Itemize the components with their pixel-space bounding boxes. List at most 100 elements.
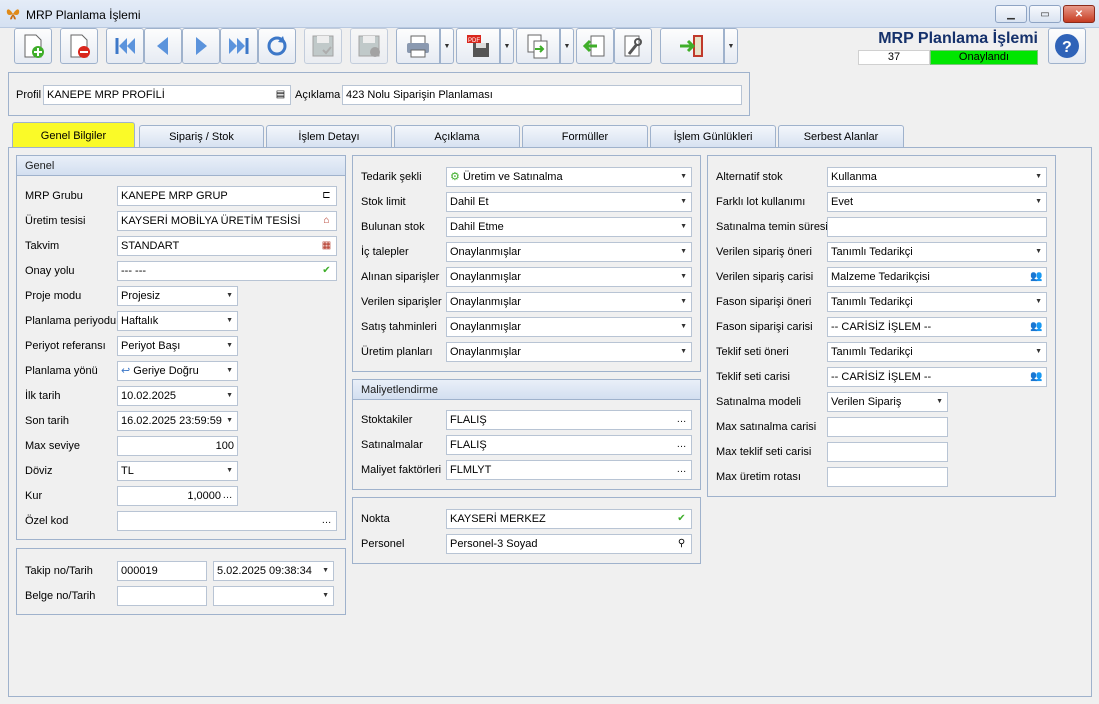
ellipsis-icon[interactable]: … xyxy=(675,413,688,426)
ellipsis-icon[interactable]: … xyxy=(221,489,234,502)
son-tarih-field[interactable]: 16.02.2025 23:59:59 ▼ xyxy=(117,411,238,431)
print-button[interactable] xyxy=(396,28,440,64)
nokta-field[interactable]: KAYSERİ MERKEZ ✔ xyxy=(446,509,692,529)
exit-button[interactable] xyxy=(660,28,724,64)
planlama-periyodu-select[interactable]: Haftalık ▼ xyxy=(117,311,238,331)
maliyet-faktorleri-field[interactable]: FLMLYT… xyxy=(446,460,692,480)
chevron-down-icon: ▼ xyxy=(680,323,687,330)
list-icon[interactable]: ▤ xyxy=(274,88,287,101)
teklif-seti-oneri-select[interactable]: Tanımlı Tedarikçi ▼ xyxy=(827,342,1047,362)
tree-icon[interactable]: ⊏ xyxy=(320,189,333,202)
next-record-button[interactable] xyxy=(182,28,220,64)
mrp-grubu-field[interactable]: KANEPE MRP GRUP ⊏ xyxy=(117,186,337,206)
refresh-button[interactable] xyxy=(258,28,296,64)
save-button[interactable] xyxy=(304,28,342,64)
bulunan-stok-select[interactable]: Dahil Etme ▼ xyxy=(446,217,692,237)
delete-button[interactable] xyxy=(60,28,98,64)
back-icon xyxy=(582,35,605,57)
stoktakiler-field[interactable]: FLALIŞ… xyxy=(446,410,692,430)
maximize-button[interactable]: ▭ xyxy=(1029,5,1061,23)
genel-label-9: Son tarih xyxy=(25,415,70,427)
max-teklif-seti-carisi-field[interactable] xyxy=(827,442,948,462)
profil-field[interactable]: KANEPE MRP PROFİLİ ▤ xyxy=(43,85,291,105)
verilen-siparis-oneri-select[interactable]: Tanımlı Tedarikçi ▼ xyxy=(827,242,1047,262)
verilen-siparis-carisi-field[interactable]: Malzeme Tedarikçisi 👥 xyxy=(827,267,1047,287)
fason-siparisi-oneri-select[interactable]: Tanımlı Tedarikçi ▼ xyxy=(827,292,1047,312)
genel-label-12: Kur xyxy=(25,490,43,502)
kur-field[interactable]: 1,0000… xyxy=(117,486,238,506)
first-record-button[interactable] xyxy=(106,28,144,64)
tools-button[interactable] xyxy=(614,28,652,64)
tab-islem-detayi[interactable]: İşlem Detayı xyxy=(266,125,392,147)
factory-icon[interactable]: ⌂ xyxy=(320,214,333,227)
tab-islem-gunlukleri[interactable]: İşlem Günlükleri xyxy=(650,125,776,147)
alinan-siparisler-select[interactable]: Onaylanmışlar ▼ xyxy=(446,267,692,287)
ellipsis-icon[interactable]: … xyxy=(675,463,688,476)
export-dropdown[interactable]: ▼ xyxy=(560,28,574,64)
chevron-down-icon: ▼ xyxy=(936,398,943,405)
tab-genel-bilgiler[interactable]: Genel Bilgiler xyxy=(12,122,135,148)
planlama-yonu-select[interactable]: ↩ Geriye Doğru ▼ xyxy=(117,361,238,381)
temin-suresi-field[interactable] xyxy=(827,217,1047,237)
alternatif-stok-select[interactable]: Kullanma ▼ xyxy=(827,167,1047,187)
check-icon[interactable]: ✔ xyxy=(675,512,688,525)
ellipsis-icon[interactable]: … xyxy=(675,438,688,451)
users-icon[interactable]: 👥 xyxy=(1030,320,1043,333)
farkli-lot-select[interactable]: Evet ▼ xyxy=(827,192,1047,212)
tab-aciklama[interactable]: Açıklama xyxy=(394,125,520,147)
tab-formuller[interactable]: Formüller xyxy=(522,125,648,147)
last-record-button[interactable] xyxy=(220,28,258,64)
personel-field[interactable]: Personel-3 Soyad ⚲ xyxy=(446,534,692,554)
help-button[interactable]: ? xyxy=(1048,28,1086,64)
fason-siparisi-carisi-field[interactable]: -- CARİSİZ İŞLEM -- 👥 xyxy=(827,317,1047,337)
close-button[interactable]: ✕ xyxy=(1063,5,1095,23)
back-button[interactable] xyxy=(576,28,614,64)
max-satinalma-carisi-field[interactable] xyxy=(827,417,948,437)
proje-modu-select[interactable]: Projesiz ▼ xyxy=(117,286,238,306)
satinalma-modeli-select[interactable]: Verilen Sipariş ▼ xyxy=(827,392,948,412)
onay-yolu-field[interactable]: --- --- ✔ xyxy=(117,261,337,281)
uretim-tesisi-field[interactable]: KAYSERİ MOBİLYA ÜRETİM TESİSİ ⌂ xyxy=(117,211,337,231)
calendar-icon[interactable]: ▦ xyxy=(320,239,333,252)
tedarik-sekli-select[interactable]: ⚙ Üretim ve Satınalma ▼ xyxy=(446,167,692,187)
tab-siparis-stok[interactable]: Sipariş / Stok xyxy=(139,125,264,147)
doviz-select[interactable]: TL ▼ xyxy=(117,461,238,481)
print-dropdown[interactable]: ▼ xyxy=(440,28,454,64)
takvim-field[interactable]: STANDART ▦ xyxy=(117,236,337,256)
tab-serbest-alanlar[interactable]: Serbest Alanlar xyxy=(778,125,904,147)
minimize-button[interactable]: ▁ xyxy=(995,5,1027,23)
chevron-down-icon: ▼ xyxy=(1035,298,1042,305)
new-button[interactable] xyxy=(14,28,52,64)
ozel-kod-field[interactable]: … xyxy=(117,511,337,531)
prev-record-button[interactable] xyxy=(144,28,182,64)
pdf-dropdown[interactable]: ▼ xyxy=(500,28,514,64)
ic-talepler-select[interactable]: Onaylanmışlar ▼ xyxy=(446,242,692,262)
takip-no-field[interactable]: 000019 xyxy=(117,561,207,581)
export-button[interactable] xyxy=(516,28,560,64)
uretim-planlari-select[interactable]: Onaylanmışlar ▼ xyxy=(446,342,692,362)
teklif-seti-carisi-field[interactable]: -- CARİSİZ İŞLEM -- 👥 xyxy=(827,367,1047,387)
periyot-referansi-select[interactable]: Periyot Başı ▼ xyxy=(117,336,238,356)
exit-dropdown[interactable]: ▼ xyxy=(724,28,738,64)
person-search-icon[interactable]: ⚲ xyxy=(675,537,688,550)
genel-label-1: Üretim tesisi xyxy=(25,215,86,227)
verilen-siparisler-select[interactable]: Onaylanmışlar ▼ xyxy=(446,292,692,312)
aciklama-field[interactable]: 423 Nolu Siparişin Planlaması xyxy=(342,85,742,105)
stok-limit-select[interactable]: Dahil Et ▼ xyxy=(446,192,692,212)
ilk-tarih-field[interactable]: 10.02.2025 ▼ xyxy=(117,386,238,406)
save-close-button[interactable] xyxy=(350,28,388,64)
max-seviye-field[interactable]: 100 xyxy=(117,436,238,456)
nokta-panel: Nokta KAYSERİ MERKEZ ✔ Personel Personel-… xyxy=(352,497,701,564)
takip-tarih-field[interactable]: 5.02.2025 09:38:34 ▼ xyxy=(213,561,334,581)
belge-tarih-field[interactable]: ▼ xyxy=(213,586,334,606)
users-icon[interactable]: 👥 xyxy=(1030,370,1043,383)
satis-tahminleri-select[interactable]: Onaylanmışlar ▼ xyxy=(446,317,692,337)
max-uretim-rotasi-field[interactable] xyxy=(827,467,948,487)
users-icon[interactable]: 👥 xyxy=(1030,270,1043,283)
pdf-button[interactable]: PDF xyxy=(456,28,500,64)
belge-no-field[interactable] xyxy=(117,586,207,606)
satinalmalar-field[interactable]: FLALIŞ… xyxy=(446,435,692,455)
right-label-11: Max teklif seti carisi xyxy=(716,446,812,458)
ellipsis-icon[interactable]: … xyxy=(320,514,333,527)
check-icon[interactable]: ✔ xyxy=(320,264,333,277)
